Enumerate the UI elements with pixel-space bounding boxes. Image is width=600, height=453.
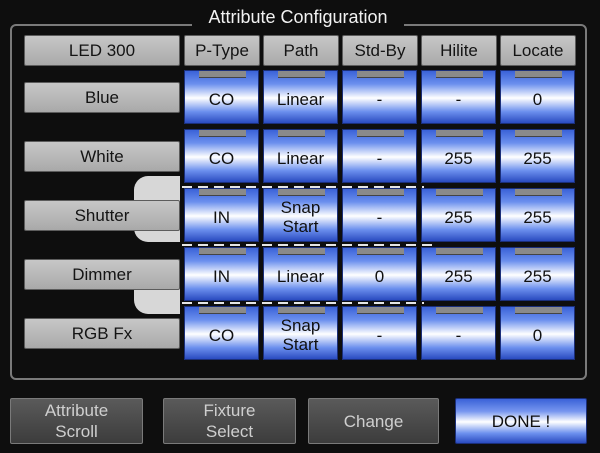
- cell-white-path[interactable]: Linear: [263, 129, 338, 183]
- cell-value: CO: [208, 325, 235, 345]
- cell-value: 255: [523, 207, 552, 227]
- cell-value: -: [376, 207, 383, 227]
- cell-value: 255: [444, 266, 473, 286]
- dashed-line: [182, 244, 434, 246]
- button-label: Attribute Scroll: [44, 401, 109, 441]
- cell-rgbfx-hilite[interactable]: -: [421, 306, 496, 360]
- column-header-locate: Locate: [500, 35, 576, 66]
- button-label: Change: [343, 411, 404, 431]
- done-button[interactable]: DONE !: [455, 398, 587, 444]
- cell-value: 255: [444, 207, 473, 227]
- cell-value: Snap Start: [280, 316, 321, 354]
- cell-value: 0: [374, 266, 385, 286]
- cell-shutter-ptype[interactable]: IN: [184, 188, 259, 242]
- cell-white-stdby[interactable]: -: [342, 129, 417, 183]
- cell-value: -: [455, 325, 462, 345]
- cell-white-hilite[interactable]: 255: [421, 129, 496, 183]
- column-header-ptype: P-Type: [184, 35, 260, 66]
- cell-value: 255: [523, 148, 552, 168]
- row-label-blue[interactable]: Blue: [24, 82, 180, 113]
- cell-value: CO: [208, 148, 235, 168]
- device-name-header: LED 300: [24, 35, 180, 66]
- cell-blue-hilite[interactable]: -: [421, 70, 496, 124]
- cell-blue-stdby[interactable]: -: [342, 70, 417, 124]
- cell-dimmer-path[interactable]: Linear: [263, 247, 338, 301]
- cell-shutter-stdby[interactable]: -: [342, 188, 417, 242]
- cell-value: -: [376, 148, 383, 168]
- row-label-shutter[interactable]: Shutter: [24, 200, 180, 231]
- column-header-path: Path: [263, 35, 339, 66]
- cell-blue-locate[interactable]: 0: [500, 70, 575, 124]
- cell-rgbfx-path[interactable]: Snap Start: [263, 306, 338, 360]
- cell-dimmer-ptype[interactable]: IN: [184, 247, 259, 301]
- cell-value: -: [376, 89, 383, 109]
- cell-value: 0: [532, 325, 543, 345]
- cell-rgbfx-locate[interactable]: 0: [500, 306, 575, 360]
- button-label: DONE !: [491, 411, 551, 431]
- cell-shutter-locate[interactable]: 255: [500, 188, 575, 242]
- cell-blue-path[interactable]: Linear: [263, 70, 338, 124]
- cell-white-locate[interactable]: 255: [500, 129, 575, 183]
- cell-value: CO: [208, 89, 235, 109]
- attribute-scroll-button[interactable]: Attribute Scroll: [10, 398, 143, 444]
- cell-value: Linear: [276, 148, 325, 168]
- cell-value: IN: [213, 207, 230, 227]
- cell-blue-ptype[interactable]: CO: [184, 70, 259, 124]
- row-label-dimmer[interactable]: Dimmer: [24, 259, 180, 290]
- cell-value: Linear: [276, 89, 325, 109]
- cell-rgbfx-ptype[interactable]: CO: [184, 306, 259, 360]
- cell-value: Snap Start: [280, 198, 321, 236]
- fixture-select-button[interactable]: Fixture Select: [163, 398, 296, 444]
- touchscreen: Attribute Configuration LED 300 P-Type P…: [0, 0, 600, 453]
- cell-value: -: [455, 89, 462, 109]
- cell-dimmer-hilite[interactable]: 255: [421, 247, 496, 301]
- cell-value: 0: [532, 89, 543, 109]
- cell-value: -: [376, 325, 383, 345]
- cell-shutter-path[interactable]: Snap Start: [263, 188, 338, 242]
- change-button[interactable]: Change: [308, 398, 439, 444]
- cell-value: 255: [523, 266, 552, 286]
- cell-dimmer-locate[interactable]: 255: [500, 247, 575, 301]
- column-header-stdby: Std-By: [342, 35, 418, 66]
- dashed-line: [182, 302, 424, 304]
- cell-white-ptype[interactable]: CO: [184, 129, 259, 183]
- row-label-white[interactable]: White: [24, 141, 180, 172]
- column-header-hilite: Hilite: [421, 35, 497, 66]
- button-label: Fixture Select: [203, 401, 256, 441]
- page-title: Attribute Configuration: [192, 4, 404, 30]
- cell-shutter-hilite[interactable]: 255: [421, 188, 496, 242]
- cell-rgbfx-stdby[interactable]: -: [342, 306, 417, 360]
- cell-value: IN: [213, 266, 230, 286]
- cell-value: 255: [444, 148, 473, 168]
- cell-dimmer-stdby[interactable]: 0: [342, 247, 417, 301]
- cell-value: Linear: [276, 266, 325, 286]
- row-label-rgbfx[interactable]: RGB Fx: [24, 318, 180, 349]
